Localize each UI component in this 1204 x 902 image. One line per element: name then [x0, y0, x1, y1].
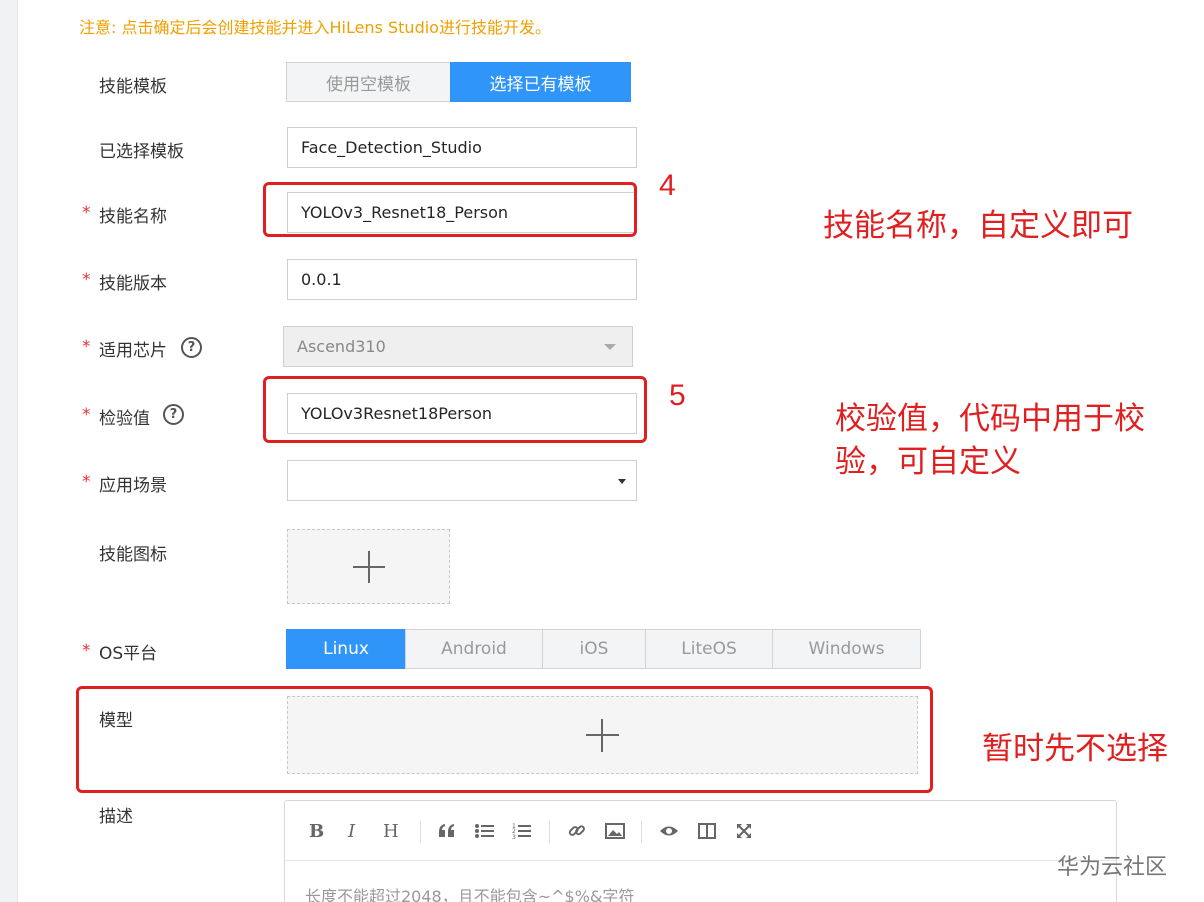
required-mark: * [82, 203, 91, 223]
required-mark: * [82, 472, 91, 492]
annotation-box-skill-name [263, 182, 637, 237]
annotation-note-checksum-line1: 校验值，代码中用于校 [835, 401, 1145, 437]
annotation-box-checksum [263, 376, 647, 443]
os-option-windows[interactable]: Windows [772, 629, 921, 669]
annotation-box-model [76, 686, 933, 793]
annotation-note-checksum-line2: 验，可自定义 [835, 444, 1021, 480]
selected-template-label: 已选择模板 [99, 142, 184, 162]
skill-version-label: 技能版本 [99, 274, 167, 294]
chevron-down-icon [618, 479, 626, 484]
chevron-down-icon [604, 344, 616, 350]
os-option-linux[interactable]: Linux [286, 629, 406, 669]
editor-toolbar: B I H 123 [285, 801, 1116, 861]
chip-select: Ascend310 [283, 326, 633, 367]
quote-icon[interactable] [438, 823, 456, 839]
ordered-list-icon[interactable]: 123 [512, 822, 532, 840]
italic-icon[interactable]: I [348, 821, 355, 842]
checksum-help-icon[interactable]: ? [163, 404, 184, 425]
os-option-ios[interactable]: iOS [542, 629, 646, 669]
selected-template-field[interactable]: Face_Detection_Studio [287, 127, 637, 168]
template-option-empty[interactable]: 使用空模板 [286, 62, 451, 102]
os-toggle: Linux Android iOS LiteOS Windows [286, 629, 921, 669]
toolbar-divider [420, 821, 421, 843]
annotation-step-4: 4 [659, 169, 676, 202]
template-toggle: 使用空模板 选择已有模板 [286, 62, 631, 102]
chip-help-icon[interactable]: ? [181, 337, 202, 358]
unordered-list-icon[interactable] [475, 823, 495, 839]
chip-label: 适用芯片 [99, 341, 167, 361]
annotation-note-model: 暂时先不选择 [982, 731, 1168, 767]
os-option-liteos[interactable]: LiteOS [645, 629, 773, 669]
left-sidebar [0, 0, 18, 902]
link-icon[interactable] [568, 822, 586, 840]
notice-text: 注意: 点击确定后会创建技能并进入HiLens Studio进行技能开发。 [79, 18, 551, 37]
plus-icon [368, 551, 370, 583]
watermark: 华为云社区 [1057, 855, 1168, 880]
fullscreen-icon[interactable] [736, 823, 752, 839]
required-mark: * [82, 641, 91, 661]
os-option-android[interactable]: Android [405, 629, 543, 669]
scene-label: 应用场景 [99, 476, 167, 496]
annotation-step-5: 5 [669, 379, 686, 412]
bold-icon[interactable]: B [309, 821, 324, 842]
template-label: 技能模板 [99, 77, 167, 97]
checksum-label: 检验值 [99, 409, 150, 429]
required-mark: * [82, 405, 91, 425]
template-option-existing[interactable]: 选择已有模板 [450, 62, 631, 102]
scene-select[interactable] [287, 460, 637, 501]
os-label: OS平台 [99, 644, 158, 664]
split-view-icon[interactable] [698, 823, 716, 839]
toolbar-divider [549, 821, 550, 843]
skill-version-input[interactable]: 0.0.1 [287, 259, 637, 300]
desc-editor: B I H 123 长度不能超过2048，且不能包含~^$%&字符 [284, 800, 1117, 902]
preview-icon[interactable] [659, 824, 679, 838]
desc-label: 描述 [99, 807, 133, 827]
skill-name-label: 技能名称 [99, 207, 167, 227]
chip-select-value: Ascend310 [297, 337, 386, 356]
skill-icon-upload[interactable] [287, 529, 450, 604]
skill-icon-label: 技能图标 [99, 545, 167, 565]
required-mark: * [82, 337, 91, 357]
annotation-note-name: 技能名称，自定义即可 [823, 208, 1133, 244]
toolbar-divider [641, 821, 642, 843]
image-icon[interactable] [605, 823, 625, 839]
svg-text:3: 3 [512, 834, 516, 840]
required-mark: * [82, 270, 91, 290]
heading-icon[interactable]: H [383, 821, 399, 842]
desc-placeholder[interactable]: 长度不能超过2048，且不能包含~^$%&字符 [305, 883, 634, 902]
